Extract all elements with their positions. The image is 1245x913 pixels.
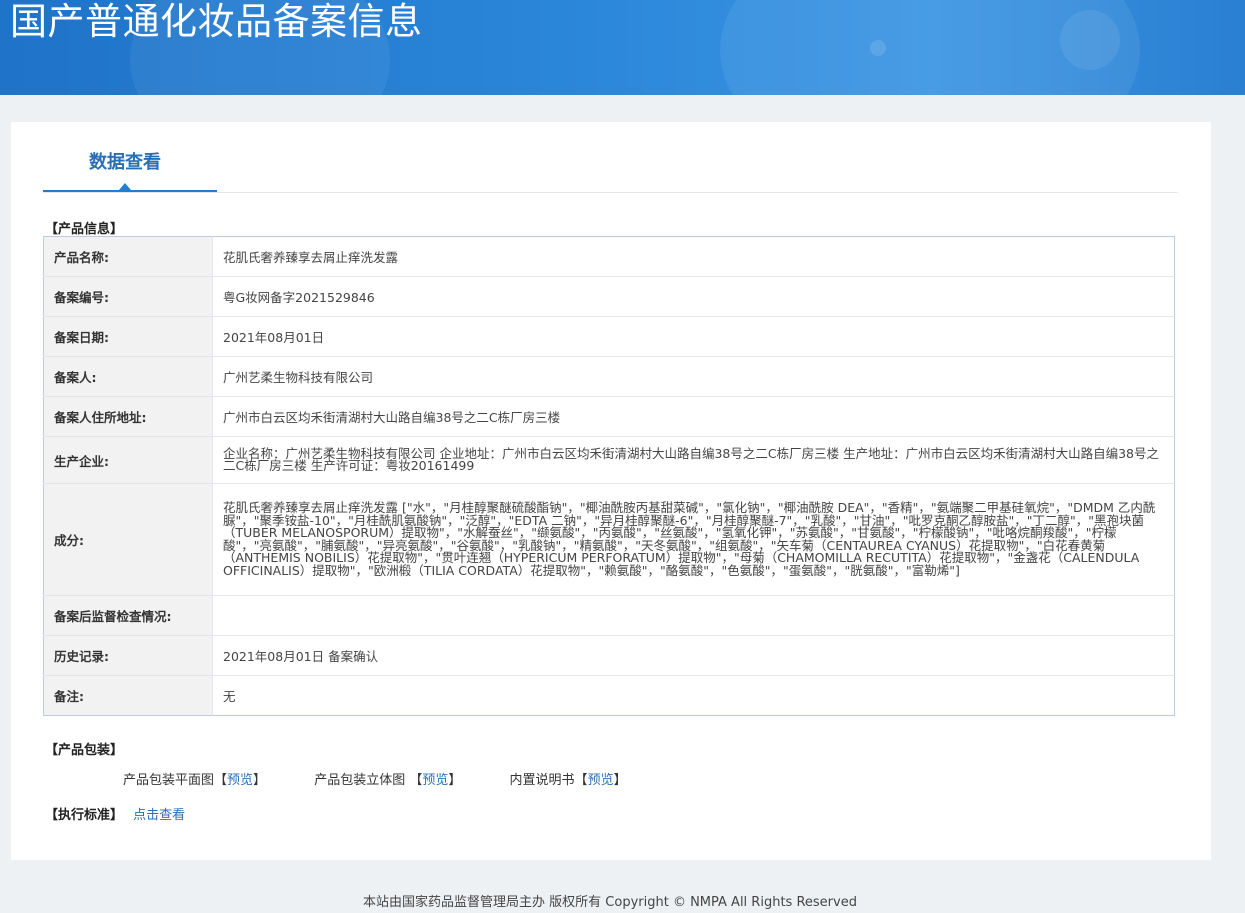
- table-row: 备案人: 广州艺柔生物科技有限公司: [43, 356, 1175, 397]
- product-info-heading: 【产品信息】: [45, 222, 124, 237]
- registrant-address-value: 广州市白云区均禾街清湖村大山路自编38号之二C栋厂房三楼: [212, 396, 1175, 437]
- page-title: 国产普通化妆品备案信息: [10, 0, 423, 43]
- preview-flat-link[interactable]: 预览: [227, 773, 253, 788]
- registrant-value: 广州艺柔生物科技有限公司: [212, 356, 1175, 397]
- registration-date-value: 2021年08月01日: [212, 316, 1175, 357]
- footer-copyright: 本站由国家药品监督管理局主办 版权所有 Copyright © NMPA All…: [363, 895, 857, 910]
- table-row: 成分: 花肌氏奢养臻享去屑止痒洗发露 ["水"，"月桂醇聚醚硫酸酯钠"，"椰油酰…: [43, 483, 1175, 596]
- tab-data-view[interactable]: 数据查看: [43, 122, 217, 192]
- product-name-value: 花肌氏奢养臻享去屑止痒洗发露: [212, 236, 1175, 277]
- row-label: 产品名称:: [43, 236, 213, 277]
- table-row: 备案日期: 2021年08月01日: [43, 316, 1175, 357]
- packaging-heading: 【产品包装】: [45, 743, 124, 758]
- table-row: 产品名称: 花肌氏奢养臻享去屑止痒洗发露: [43, 236, 1175, 277]
- view-standard-link[interactable]: 点击查看: [133, 808, 185, 823]
- bracket-open: 【: [574, 773, 588, 788]
- preview-3d-link[interactable]: 预览: [422, 773, 448, 788]
- row-label: 备注:: [43, 675, 213, 716]
- standard-row: 【执行标准】 点击查看: [45, 804, 185, 823]
- table-row: 历史记录: 2021年08月01日 备案确认: [43, 635, 1175, 676]
- row-label: 备案后监督检查情况:: [43, 595, 213, 636]
- history-value: 2021年08月01日 备案确认: [212, 635, 1175, 676]
- table-row: 生产企业: 企业名称：广州艺柔生物科技有限公司 企业地址：广州市白云区均禾街清湖…: [43, 436, 1175, 484]
- header-banner: 国产普通化妆品备案信息: [0, 0, 1245, 95]
- bracket-open: 【: [214, 773, 228, 788]
- table-row: 备案人住所地址: 广州市白云区均禾街清湖村大山路自编38号之二C栋厂房三楼: [43, 396, 1175, 437]
- packaging-item-label: 产品包装平面图: [123, 773, 215, 788]
- bracket-close: 】: [613, 773, 627, 788]
- bracket-close: 】: [253, 773, 267, 788]
- remarks-value: 无: [223, 689, 236, 704]
- manufacturer-value: 企业名称：广州艺柔生物科技有限公司 企业地址：广州市白云区均禾街清湖村大山路自编…: [212, 436, 1175, 484]
- standard-heading: 【执行标准】: [45, 808, 124, 823]
- row-label: 生产企业:: [43, 436, 213, 484]
- packaging-list: 产品包装平面图【预览】 产品包装立体图 【预览】 内置说明书【预览】: [123, 769, 671, 788]
- packaging-item-manual: 内置说明书【预览】: [510, 769, 627, 788]
- packaging-item-flat: 产品包装平面图【预览】: [123, 769, 266, 788]
- ingredients-value: 花肌氏奢养臻享去屑止痒洗发露 ["水"，"月桂醇聚醚硫酸酯钠"，"椰油酰胺丙基甜…: [212, 483, 1175, 596]
- row-label: 备案人住所地址:: [43, 396, 213, 437]
- banner-decoration: [1060, 10, 1120, 70]
- preview-manual-link[interactable]: 预览: [588, 773, 614, 788]
- banner-decoration: [870, 40, 886, 56]
- registration-number-value: 粤G妆网备字2021529846: [212, 276, 1175, 317]
- product-info-table: 产品名称: 花肌氏奢养臻享去屑止痒洗发露 备案编号: 粤G妆网备字2021529…: [43, 236, 1175, 716]
- table-row: 备案编号: 粤G妆网备字2021529846: [43, 276, 1175, 317]
- packaging-item-label: 内置说明书: [509, 773, 575, 788]
- row-label: 备案日期:: [43, 316, 213, 357]
- row-label: 成分:: [43, 483, 213, 596]
- supervision-value: [212, 595, 1175, 636]
- bracket-close: 】: [448, 773, 462, 788]
- row-label: 备案编号:: [43, 276, 213, 317]
- row-label: 备案人:: [43, 356, 213, 397]
- tab-bar: 数据查看: [43, 122, 1178, 193]
- content-card: 数据查看 【产品信息】 产品名称: 花肌氏奢养臻享去屑止痒洗发露 备案编号: 粤…: [11, 122, 1211, 860]
- table-row: 备案后监督检查情况:: [43, 595, 1175, 636]
- tab-active-caret-icon: [119, 183, 131, 190]
- row-label: 历史记录:: [43, 635, 213, 676]
- table-row: 备注: 无: [43, 675, 1175, 716]
- packaging-item-label: 产品包装立体图: [314, 773, 410, 788]
- bracket-open: 【: [409, 773, 423, 788]
- packaging-item-3d: 产品包装立体图 【预览】: [314, 769, 461, 788]
- tab-label: 数据查看: [89, 152, 161, 173]
